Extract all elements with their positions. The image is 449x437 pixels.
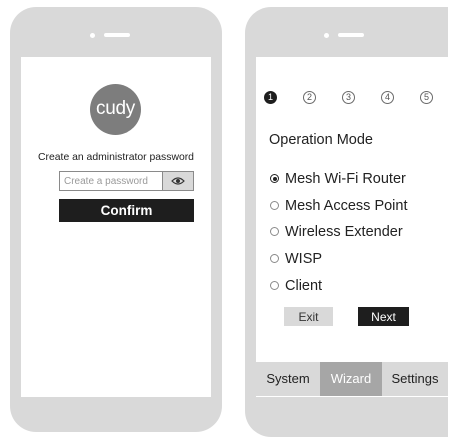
radio[interactable] <box>270 227 279 236</box>
exit-button[interactable]: Exit <box>284 307 333 326</box>
radio[interactable] <box>270 201 279 210</box>
front-camera <box>90 33 95 38</box>
bottom-tab-bar: System Wizard Settings <box>256 362 448 396</box>
password-field <box>59 171 194 191</box>
option-label: Client <box>285 278 323 294</box>
confirm-button[interactable]: Confirm <box>59 199 194 222</box>
step-4: 4 <box>381 91 394 104</box>
option-label: Mesh Wi-Fi Router <box>285 171 406 187</box>
phone-wizard: 1 2 3 4 5 Operation Mode Mesh Wi-Fi Rout… <box>245 7 448 437</box>
tab-settings[interactable]: Settings <box>382 362 448 396</box>
next-button[interactable]: Next <box>358 307 409 326</box>
cudy-logo: cudy <box>90 84 141 135</box>
option-label: Mesh Access Point <box>285 198 408 214</box>
front-camera <box>324 33 329 38</box>
option-label: Wireless Extender <box>285 224 403 240</box>
step-2: 2 <box>303 91 316 104</box>
wizard-screen: 1 2 3 4 5 Operation Mode Mesh Wi-Fi Rout… <box>256 57 448 397</box>
show-password-toggle[interactable] <box>162 172 193 190</box>
step-1: 1 <box>264 91 277 104</box>
option-label: WISP <box>285 251 323 267</box>
login-screen: cudy Create an administrator password Co… <box>21 57 211 397</box>
eye-icon <box>171 177 185 185</box>
radio[interactable] <box>270 281 279 290</box>
operation-mode-title: Operation Mode <box>269 132 373 148</box>
phone-login: cudy Create an administrator password Co… <box>10 7 222 432</box>
radio-selected[interactable] <box>270 174 279 183</box>
tab-system[interactable]: System <box>256 362 320 396</box>
radio[interactable] <box>270 254 279 263</box>
password-input[interactable] <box>60 172 164 190</box>
tab-wizard[interactable]: Wizard <box>320 362 382 396</box>
step-5: 5 <box>420 91 433 104</box>
earpiece-speaker <box>338 33 364 37</box>
step-3: 3 <box>342 91 355 104</box>
password-prompt: Create an administrator password <box>38 152 194 163</box>
earpiece-speaker <box>104 33 130 37</box>
